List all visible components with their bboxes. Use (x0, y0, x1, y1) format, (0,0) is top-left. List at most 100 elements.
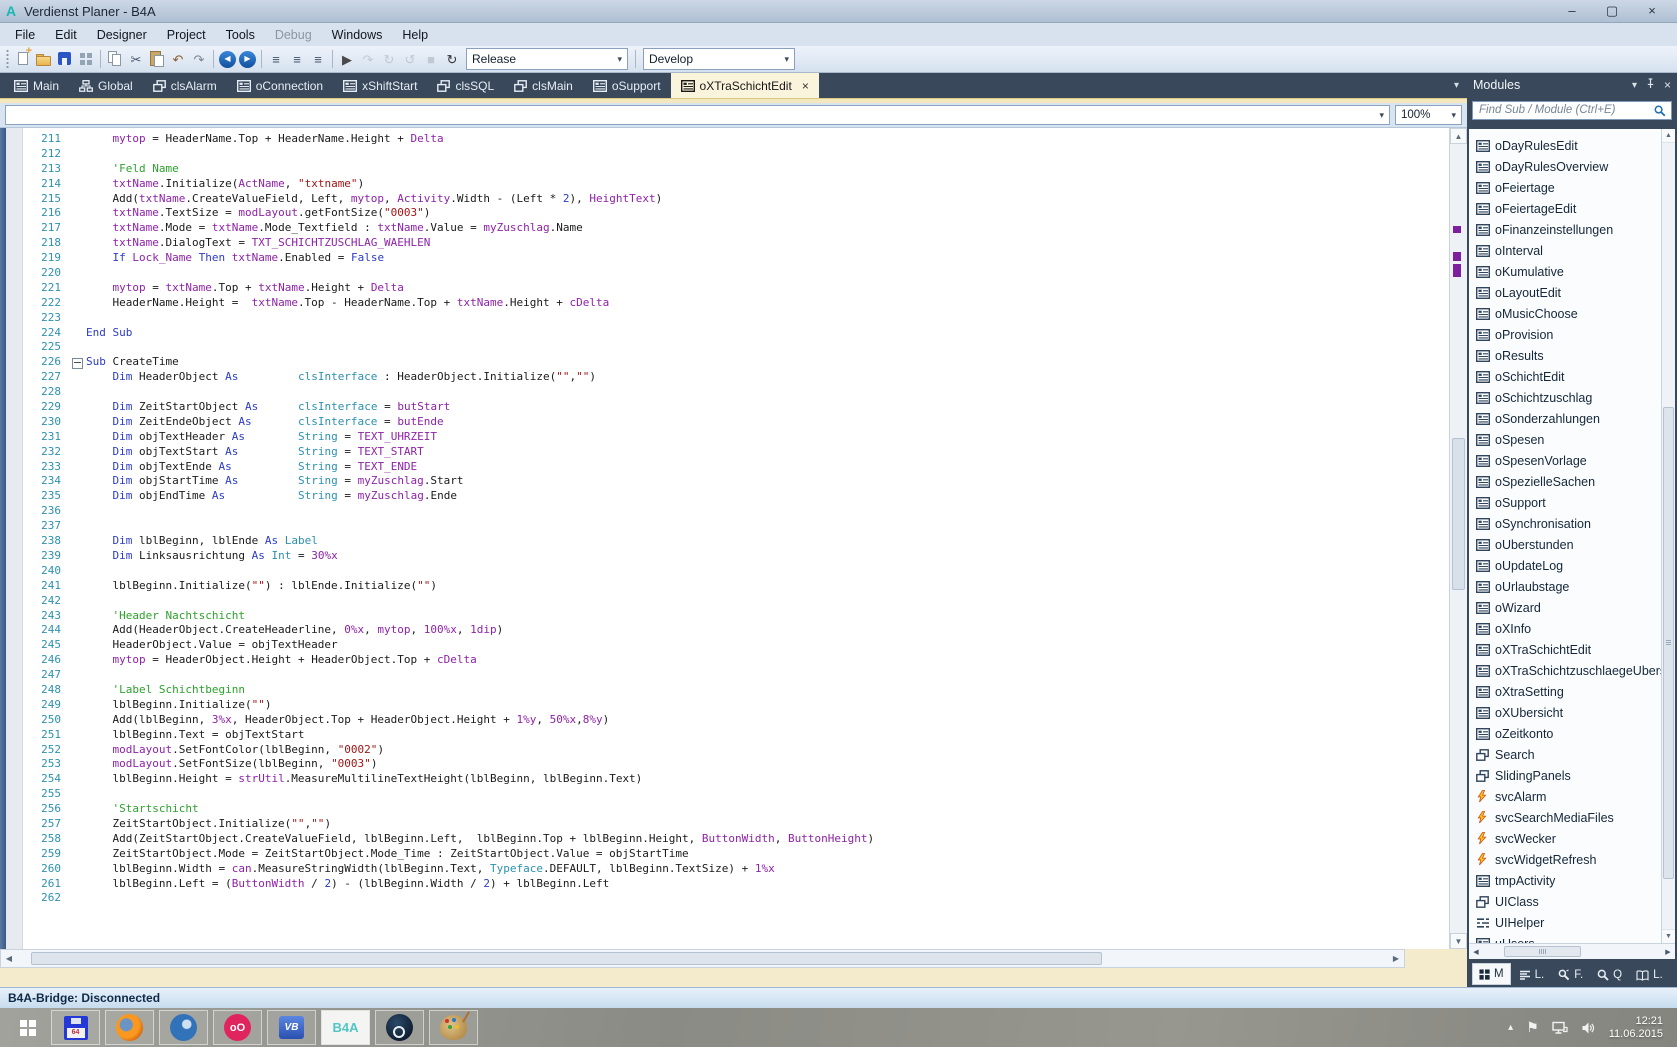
code-line[interactable]: 259 ZeitStartObject.Mode = ZeitStartObje… (23, 847, 1449, 862)
panel-tab-L[interactable]: L. (1630, 965, 1669, 985)
code-line[interactable]: 213 'Feld Name (23, 162, 1449, 177)
panel-menu-chevron-icon[interactable]: ▾ (1632, 80, 1637, 91)
module-item-oXTraSchichtzuschlaegeUbers[interactable]: oXTraSchichtzuschlaegeUbers (1476, 660, 1675, 681)
panel-tab-Q[interactable]: Q (1591, 965, 1628, 985)
menu-item-windows[interactable]: Windows (323, 26, 392, 44)
code-line[interactable]: 244 Add(HeaderObject.CreateHeaderline, 0… (23, 623, 1449, 638)
module-item-oFeiertage[interactable]: oFeiertage (1476, 177, 1675, 198)
code-line[interactable]: 260 lblBeginn.Width = can.MeasureStringW… (23, 862, 1449, 877)
maximize-button[interactable]: ▢ (1603, 3, 1621, 19)
tab-clsMain[interactable]: clsMain (504, 73, 583, 98)
code-line[interactable]: 262 (23, 891, 1449, 906)
search-icon[interactable] (1654, 104, 1666, 122)
panel-tab-M[interactable]: M (1472, 963, 1511, 985)
tab-close-icon[interactable]: × (802, 79, 809, 93)
module-item-UIClass[interactable]: UIClass (1476, 891, 1675, 912)
taskbar-app-oo-app[interactable]: oO (213, 1010, 262, 1045)
code-line[interactable]: 227 Dim HeaderObject As clsInterface : H… (23, 370, 1449, 385)
code-line[interactable]: 211 mytop = HeaderName.Top + HeaderName.… (23, 132, 1449, 147)
menu-item-help[interactable]: Help (393, 26, 437, 44)
code-line[interactable]: 253 modLayout.SetFontSize(lblBeginn, "00… (23, 757, 1449, 772)
module-item-oWizard[interactable]: oWizard (1476, 597, 1675, 618)
code-line[interactable]: 217 txtName.Mode = txtName.Mode_Textfiel… (23, 221, 1449, 236)
cut-button[interactable]: ✂ (126, 49, 146, 69)
code-line[interactable]: 261 lblBeginn.Left = (ButtonWidth / 2) -… (23, 877, 1449, 892)
code-line[interactable]: 219 If Lock_Name Then txtName.Enabled = … (23, 251, 1449, 266)
build-config-dropdown[interactable]: Release ▾ (466, 48, 628, 70)
scroll-right-arrow-icon[interactable]: ▶ (1388, 954, 1404, 963)
undo-button[interactable]: ↶ (168, 49, 188, 69)
code-line[interactable]: 240 (23, 564, 1449, 579)
code-line[interactable]: 232 Dim objTextStart As String = TEXT_ST… (23, 445, 1449, 460)
tab-xShiftStart[interactable]: xShiftStart (333, 73, 427, 98)
menu-item-designer[interactable]: Designer (88, 26, 156, 44)
new-file-button[interactable] (13, 46, 33, 69)
code-line[interactable]: 220 (23, 266, 1449, 281)
scrollbar-thumb[interactable] (1452, 438, 1465, 590)
code-line[interactable]: 235 Dim objEndTime As String = myZuschla… (23, 489, 1449, 504)
start-button[interactable] (8, 1011, 46, 1044)
module-item-svcAlarm[interactable]: svcAlarm (1476, 786, 1675, 807)
code-line[interactable]: 224 End Sub (23, 326, 1449, 341)
code-line[interactable]: 251 lblBeginn.Text = objTextStart (23, 728, 1449, 743)
pin-icon[interactable] (1646, 78, 1655, 92)
code-line[interactable]: 242 (23, 594, 1449, 609)
comment-lines-button[interactable]: ≡ (266, 49, 286, 69)
navigate-back-button[interactable]: ◀ (219, 50, 236, 68)
code-line[interactable]: 258 Add(ZeitStartObject.CreateValueField… (23, 832, 1449, 847)
paste-button[interactable] (147, 49, 167, 69)
menu-item-tools[interactable]: Tools (217, 26, 264, 44)
module-item-Search[interactable]: Search (1476, 744, 1675, 765)
close-button[interactable]: × (1643, 3, 1661, 19)
module-item-oSynchronisation[interactable]: oSynchronisation (1476, 513, 1675, 534)
module-item-oMusicChoose[interactable]: oMusicChoose (1476, 303, 1675, 324)
module-item-oSchichtzuschlag[interactable]: oSchichtzuschlag (1476, 387, 1675, 408)
taskbar-app-steam[interactable] (375, 1010, 424, 1045)
taskbar-app-thunderbird[interactable] (159, 1010, 208, 1045)
scrollbar-track[interactable] (17, 950, 1388, 967)
code-line[interactable]: 254 lblBeginn.Height = strUtil.MeasureMu… (23, 772, 1449, 787)
step-over-button[interactable]: ↷ (358, 49, 378, 69)
module-item-oXTraSchichtEdit[interactable]: oXTraSchichtEdit (1476, 639, 1675, 660)
code-text-area[interactable]: 211 mytop = HeaderName.Top + HeaderName.… (23, 128, 1449, 949)
fold-margin[interactable] (71, 355, 86, 370)
taskbar-app-visual-basic[interactable]: VB (267, 1010, 316, 1045)
code-line[interactable]: 249 lblBeginn.Initialize("") (23, 698, 1449, 713)
scrollbar-thumb[interactable] (1504, 946, 1582, 957)
module-list-horizontal-scrollbar[interactable]: ◀ ▶ (1469, 943, 1675, 959)
run-mode-dropdown[interactable]: Develop ▾ (643, 48, 795, 70)
save-button[interactable] (55, 49, 75, 69)
panel-tab-L[interactable]: L. (1513, 965, 1551, 985)
restart-button[interactable]: ↻ (442, 49, 462, 69)
scrollbar-thumb[interactable] (1663, 407, 1674, 879)
module-item-SlidingPanels[interactable]: SlidingPanels (1476, 765, 1675, 786)
module-item-svcWidgetRefresh[interactable]: svcWidgetRefresh (1476, 849, 1675, 870)
module-item-oSchichtEdit[interactable]: oSchichtEdit (1476, 366, 1675, 387)
code-line[interactable]: 239 Dim Linksausrichtung As Int = 30%x (23, 549, 1449, 564)
editor-vertical-scrollbar[interactable]: ▲ ▼ (1449, 128, 1467, 949)
toolbar-drag-handle[interactable] (4, 50, 10, 68)
code-line[interactable]: 250 Add(lblBeginn, 3%x, HeaderObject.Top… (23, 713, 1449, 728)
module-item-svcWecker[interactable]: svcWecker (1476, 828, 1675, 849)
tab-oSupport[interactable]: oSupport (583, 73, 671, 98)
code-line[interactable]: 229 Dim ZeitStartObject As clsInterface … (23, 400, 1449, 415)
module-item-oSpezielleSachen[interactable]: oSpezielleSachen (1476, 471, 1675, 492)
open-file-button[interactable] (34, 49, 54, 69)
code-line[interactable]: 237 (23, 519, 1449, 534)
module-item-oResults[interactable]: oResults (1476, 345, 1675, 366)
module-search-input[interactable] (1472, 100, 1672, 120)
menu-item-project[interactable]: Project (158, 26, 215, 44)
tab-overflow-chevron-icon[interactable]: ▾ (1446, 73, 1467, 98)
module-list-scrollbar[interactable]: ▲ ▼ (1661, 129, 1675, 943)
tab-clsSQL[interactable]: clsSQL (427, 73, 504, 98)
code-line[interactable]: 246 mytop = HeaderObject.Height + Header… (23, 653, 1449, 668)
scroll-right-arrow-icon[interactable]: ▶ (1661, 948, 1675, 956)
module-item-oFinanzeinstellungen[interactable]: oFinanzeinstellungen (1476, 219, 1675, 240)
code-line[interactable]: 212 (23, 147, 1449, 162)
module-item-UIHelper[interactable]: UIHelper (1476, 912, 1675, 933)
module-item-oSpesenVorlage[interactable]: oSpesenVorlage (1476, 450, 1675, 471)
module-item-tmpActivity[interactable]: tmpActivity (1476, 870, 1675, 891)
scroll-up-arrow-icon[interactable]: ▲ (1450, 128, 1467, 144)
module-item-oUberstunden[interactable]: oUberstunden (1476, 534, 1675, 555)
tab-oConnection[interactable]: oConnection (227, 73, 333, 98)
